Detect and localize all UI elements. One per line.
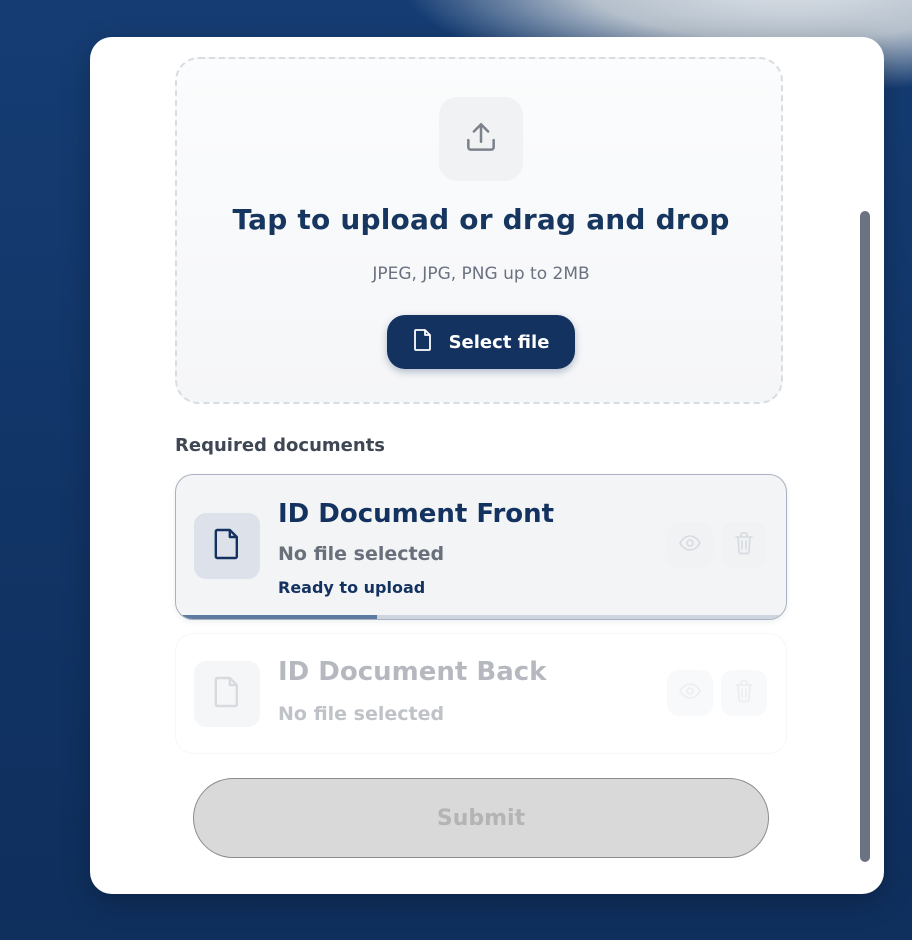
file-icon [213,675,241,713]
file-icon [213,527,241,565]
document-status: No file selected [278,543,445,565]
submit-button[interactable]: Submit [193,778,769,858]
trash-icon [733,679,755,707]
eye-icon [678,531,702,559]
scrollbar-thumb[interactable] [860,211,870,862]
trash-icon [733,531,755,559]
delete-document-button[interactable] [721,522,767,568]
document-item-id-back[interactable]: ID Document Back No file selected [175,633,787,754]
delete-document-button[interactable] [721,670,767,716]
document-title: ID Document Back [278,657,547,687]
view-document-button[interactable] [667,670,713,716]
select-file-button[interactable]: Select file [387,315,575,369]
document-icon-tile [194,513,260,579]
document-icon-tile [194,661,260,727]
document-status: No file selected [278,703,445,725]
required-documents-heading: Required documents [175,435,386,456]
upload-icon [462,118,500,160]
upload-file-types: JPEG, JPG, PNG up to 2MB [372,264,590,284]
document-item-id-front[interactable]: ID Document Front No file selected Ready… [175,474,787,620]
upload-title: Tap to upload or drag and drop [232,203,730,236]
file-icon [413,328,433,357]
eye-icon [678,679,702,707]
select-file-label: Select file [448,331,550,353]
document-ready-note: Ready to upload [278,578,426,597]
document-title: ID Document Front [278,499,555,529]
upload-progress-bar [176,615,786,619]
upload-icon-tile [439,97,523,181]
view-document-button[interactable] [667,522,713,568]
upload-progress-fill [176,615,378,619]
